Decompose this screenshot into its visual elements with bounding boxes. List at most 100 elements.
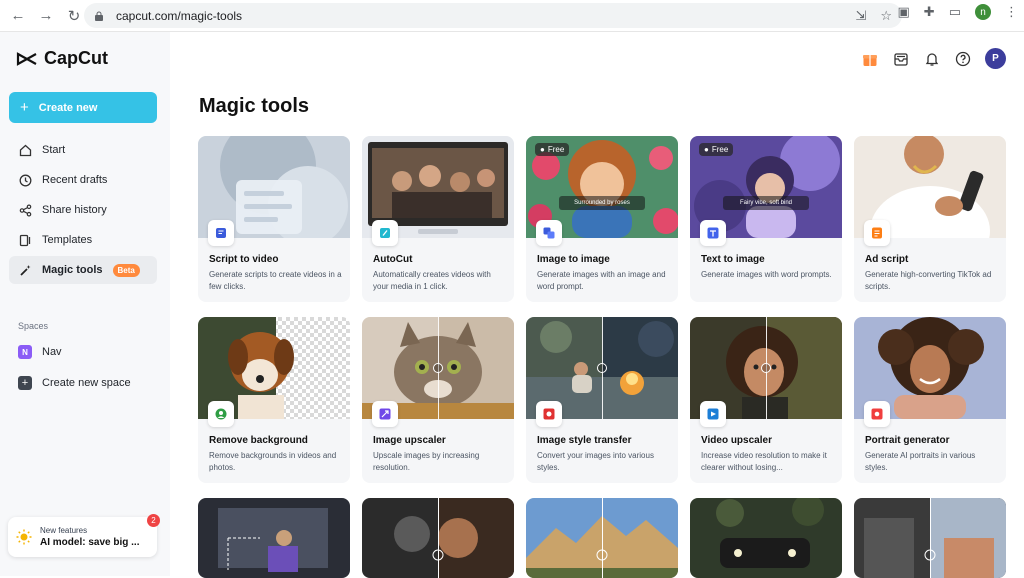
gift-icon[interactable] [861, 50, 878, 67]
beta-badge: Beta [112, 263, 140, 277]
compare-handle[interactable] [597, 363, 607, 373]
sidebar-item-recent-drafts[interactable]: Recent drafts [9, 166, 157, 194]
sidebar-item-start[interactable]: Start [9, 136, 157, 164]
tool-description: Generate scripts to create videos in a f… [209, 270, 342, 291]
plus-icon: + [20, 99, 29, 116]
tool-card-autocut[interactable]: AutoCut Automatically creates videos wit… [362, 136, 514, 302]
prompt-caption: Surrounded by roses [559, 196, 645, 210]
site-info-icon[interactable] [94, 11, 104, 21]
free-badge: ● Free [535, 143, 570, 156]
style-transfer-icon [536, 401, 562, 427]
ad-script-icon [864, 220, 890, 246]
user-avatar[interactable]: P [985, 48, 1006, 69]
sidebar-item-share-history[interactable]: Share history [9, 196, 157, 224]
sidebar-item-label: Start [42, 144, 66, 156]
share-icon [18, 203, 32, 217]
tool-card-partial[interactable] [362, 498, 514, 578]
puzzle-icon[interactable]: ✚ [924, 4, 935, 20]
compare-handle[interactable] [433, 363, 443, 373]
address-bar[interactable]: capcut.com/magic-tools ⇲ ☆ [84, 3, 902, 28]
script-icon [208, 220, 234, 246]
tool-title: Portrait generator [865, 435, 950, 446]
new-features-kicker: New features [40, 526, 88, 535]
create-new-space-button[interactable]: + Create new space [18, 376, 131, 390]
text-to-image-icon [700, 220, 726, 246]
tool-card-ad-script[interactable]: Ad script Generate high-converting TikTo… [854, 136, 1006, 302]
back-icon[interactable]: ← [6, 4, 30, 28]
tool-card-partial[interactable] [854, 498, 1006, 578]
bell-icon[interactable] [923, 50, 940, 67]
tool-card-partial[interactable] [198, 498, 350, 578]
capcut-logo[interactable]: CapCut [16, 48, 108, 69]
browser-toolbar: ← → ↻ capcut.com/magic-tools ⇲ ☆ ▣ ✚ ▭ n… [0, 0, 1024, 32]
tool-description: Upscale images by increasing resolution. [373, 451, 480, 472]
sidebar-item-templates[interactable]: Templates [9, 226, 157, 254]
clock-icon [18, 173, 32, 187]
sun-icon [16, 529, 32, 545]
extension-icon[interactable]: ▣ [898, 4, 910, 20]
sidebar-item-label: Recent drafts [42, 174, 108, 186]
free-label: Free [711, 145, 729, 154]
inbox-icon[interactable] [892, 50, 909, 67]
install-icon[interactable]: ⇲ [855, 8, 866, 24]
tool-title: Image style transfer [537, 435, 632, 446]
prompt-caption: Fairy vibe, soft bind [723, 196, 809, 210]
capcut-logo-icon [16, 51, 37, 66]
tool-card-script-to-video[interactable]: Script to video Generate scripts to crea… [198, 136, 350, 302]
tool-card-partial[interactable] [526, 498, 678, 578]
tool-title: Ad script [865, 254, 909, 265]
tool-card-remove-background[interactable]: Remove background Remove backgrounds in … [198, 317, 350, 483]
tool-title: Image upscaler [373, 435, 446, 446]
create-space-label: Create new space [42, 377, 131, 389]
tool-title: Text to image [701, 254, 765, 265]
tool-card-text-to-image[interactable]: ● Free Fairy vibe, soft bind Text to imag… [690, 136, 842, 302]
tool-description: Convert your images into various styles. [537, 451, 654, 472]
autocut-icon [372, 220, 398, 246]
reload-icon[interactable]: ↻ [62, 4, 86, 28]
help-icon[interactable] [954, 50, 971, 67]
brand-name: CapCut [44, 48, 108, 68]
browser-menu-icon[interactable]: ⋮ [1005, 4, 1018, 20]
tool-card-portrait-generator[interactable]: Portrait generator Generate AI portraits… [854, 317, 1006, 483]
tool-card-image-upscaler[interactable]: Image upscaler Upscale images by increas… [362, 317, 514, 483]
image-to-image-icon [536, 220, 562, 246]
space-item-nav[interactable]: N Nav [18, 345, 62, 359]
free-label: Free [547, 145, 565, 154]
tool-card-video-upscaler[interactable]: Video upscaler Increase video resolution… [690, 317, 842, 483]
sidebar-item-label: Share history [42, 204, 107, 216]
create-new-button[interactable]: + Create new [9, 92, 157, 123]
compare-handle[interactable] [761, 363, 771, 373]
tool-description: Generate images with an image and word p… [537, 270, 666, 291]
play-icon: ● [540, 145, 545, 154]
tool-title: AutoCut [373, 254, 413, 265]
tool-card-partial[interactable] [690, 498, 842, 578]
tool-description: Automatically creates videos with your m… [373, 270, 491, 291]
tool-description: Generate high-converting TikTok ad scrip… [865, 270, 992, 291]
tool-card-image-style-transfer[interactable]: Image style transfer Convert your images… [526, 317, 678, 483]
tab-search-icon[interactable]: ▭ [949, 4, 961, 20]
create-new-label: Create new [38, 101, 98, 114]
portrait-generator-icon [864, 401, 890, 427]
app-header-actions: P [861, 48, 1006, 69]
play-icon: ● [704, 145, 709, 154]
tool-title: Script to video [209, 254, 279, 265]
url-text: capcut.com/magic-tools [116, 8, 243, 23]
notification-count-badge: 2 [147, 514, 160, 527]
spaces-heading: Spaces [18, 321, 49, 331]
new-features-card[interactable]: New features AI model: save big ... [8, 517, 157, 557]
sidebar-nav: Start Recent drafts Share history Templa… [9, 136, 157, 286]
bookmark-star-icon[interactable]: ☆ [880, 8, 892, 24]
sidebar-item-label: Templates [42, 234, 93, 246]
home-icon [18, 143, 32, 157]
new-features-title: AI model: save big ... [40, 537, 140, 548]
browser-profile-avatar[interactable]: n [975, 4, 991, 20]
plus-icon: + [18, 376, 32, 390]
sidebar-item-magic-tools[interactable]: Magic tools Beta [9, 256, 157, 284]
tool-title: Video upscaler [701, 435, 772, 446]
video-upscaler-icon [700, 401, 726, 427]
free-badge: ● Free [699, 143, 734, 156]
forward-icon[interactable]: → [34, 4, 58, 28]
tool-card-image-to-image[interactable]: ● Free Surrounded by roses Image to image… [526, 136, 678, 302]
tool-title: Image to image [537, 254, 610, 265]
tool-description: Generate images with word prompts. [701, 270, 832, 279]
